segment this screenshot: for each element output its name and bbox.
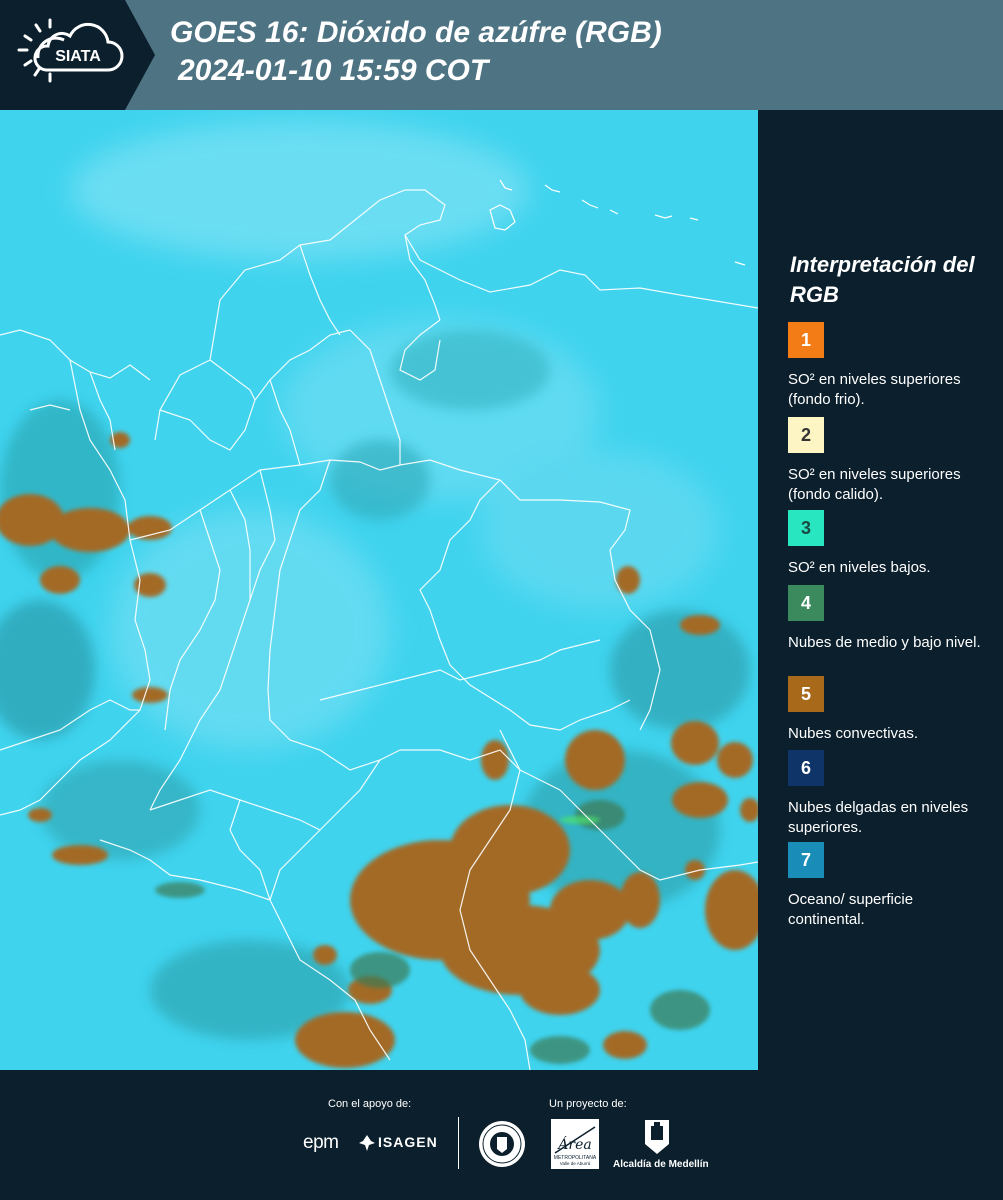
project-label: Un proyecto de: xyxy=(549,1098,627,1110)
legend-swatch-6: 6 xyxy=(788,750,824,786)
legend-label-7: Oceano/ superficie continental. xyxy=(788,891,914,928)
legend-number-6: 6 xyxy=(800,757,811,778)
isagen-icon xyxy=(359,1135,375,1151)
legend-label-1: SO² en niveles superiores (fondo frio). xyxy=(788,371,961,408)
support-label: Con el apoyo de: xyxy=(328,1098,412,1110)
isagen-logo: ISAGEN xyxy=(378,1134,438,1150)
header-bar: SIATA GOES 16: Dióxido de azúfre (RGB) 2… xyxy=(0,0,1003,110)
legend-item-2: 2 SO² en niveles superiores (fondo calid… xyxy=(788,417,993,505)
legend-swatch-2: 2 xyxy=(788,417,824,453)
legend-label-2: SO² en niveles superiores (fondo calido)… xyxy=(788,466,961,503)
legend-item-4: 4 Nubes de medio y bajo nivel. xyxy=(788,585,993,653)
legend-number-3: 3 xyxy=(800,517,811,538)
legend-number-5: 5 xyxy=(800,683,811,704)
legend-number-4: 4 xyxy=(800,592,811,613)
page-title: GOES 16: Dióxido de azúfre (RGB) xyxy=(170,16,662,49)
legend-label-4: Nubes de medio y bajo nivel. xyxy=(788,634,981,651)
legend-label-5: Nubes convectivas. xyxy=(788,725,919,742)
legend-number-2: 2 xyxy=(800,424,811,445)
footer: Con el apoyo de: Un proyecto de: epm ISA… xyxy=(0,1070,1003,1200)
epm-logo: epm xyxy=(303,1132,339,1153)
legend-swatch-3: 3 xyxy=(788,510,824,546)
siata-logo-text: SIATA xyxy=(55,48,101,65)
area-logo-sub2: Valle de Aburrá xyxy=(560,1161,591,1166)
siata-logo: SIATA xyxy=(0,0,155,110)
footer-divider xyxy=(458,1117,459,1169)
legend-item-6: 6 Nubes delgadas en niveles superiores. xyxy=(788,750,993,838)
legend-swatch-5: 5 xyxy=(788,676,824,712)
legend-item-7: 7 Oceano/ superficie continental. xyxy=(788,842,993,930)
seal-icon xyxy=(479,1121,525,1167)
legend-title: Interpretación del RGB xyxy=(790,252,975,307)
timestamp: 2024-01-10 15:59 COT xyxy=(178,54,489,87)
legend-swatch-4: 4 xyxy=(788,585,824,621)
area-metropolitana-logo: Área METROPOLITANA Valle de Aburrá xyxy=(551,1119,599,1169)
legend-swatch-1: 1 xyxy=(788,322,824,358)
legend-item-3: 3 SO² en niveles bajos. xyxy=(788,510,993,578)
legend-swatch-7: 7 xyxy=(788,842,824,878)
legend-label-3: SO² en niveles bajos. xyxy=(788,559,931,576)
alcaldia-crest-icon xyxy=(645,1120,669,1154)
alcaldia-label: Alcaldía de Medellín xyxy=(613,1159,709,1170)
legend-label-6: Nubes delgadas en niveles superiores. xyxy=(788,799,969,836)
satellite-map xyxy=(0,110,758,1070)
legend-number-7: 7 xyxy=(800,849,811,870)
legend-item-1: 1 SO² en niveles superiores (fondo frio)… xyxy=(788,322,993,410)
legend-item-5: 5 Nubes convectivas. xyxy=(788,676,993,744)
area-logo-word: Área xyxy=(556,1135,591,1153)
legend-number-1: 1 xyxy=(800,329,811,350)
legend-panel: Interpretación del RGB 1 SO² en niveles … xyxy=(758,110,1003,1070)
